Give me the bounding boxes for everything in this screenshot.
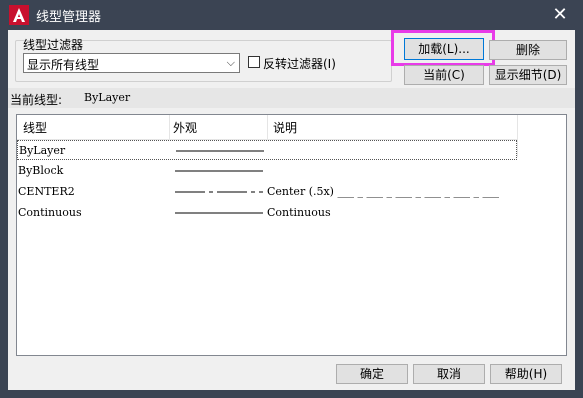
row-name: ByBlock [18, 164, 64, 177]
filter-group-label: 线型过滤器 [23, 38, 84, 52]
row-description: Continuous [267, 206, 331, 219]
row-name: ByLayer [19, 144, 66, 157]
row-name: CENTER2 [18, 185, 75, 198]
list-header: 线型 外观 说明 [17, 115, 517, 140]
linetype-manager-window: 线型管理器 ✕ 线型过滤器 显示所有线型 ⌵ 反转过滤器(I) 加载(L)...… [0, 0, 583, 398]
linetype-preview [175, 191, 263, 193]
invert-filter-label: 反转过滤器(I) [263, 57, 336, 71]
row-description: Center (.5x) ___ _ ___ _ ___ _ ___ _ ___… [267, 185, 499, 198]
delete-button[interactable]: 删除 [489, 40, 567, 60]
current-button[interactable]: 当前(C) [404, 65, 484, 85]
list-row-continuous[interactable]: Continuous Continuous [17, 203, 517, 223]
filter-dropdown-value: 显示所有线型 [27, 58, 100, 72]
column-divider [267, 115, 268, 139]
invert-filter-checkbox[interactable] [248, 56, 260, 68]
ok-button[interactable]: 确定 [336, 364, 408, 384]
column-header-description[interactable]: 说明 [273, 119, 297, 136]
window-title: 线型管理器 [36, 10, 102, 25]
linetype-list[interactable]: 线型 外观 说明 ByLayer ByBlock CENTER2 Center … [16, 114, 567, 356]
row-name: Continuous [18, 206, 82, 219]
close-icon: ✕ [552, 4, 568, 25]
linetype-preview [176, 150, 264, 152]
list-row-center2[interactable]: CENTER2 Center (.5x) ___ _ ___ _ ___ _ _… [17, 182, 517, 202]
current-linetype-bar: 当前线型: ByLayer [8, 88, 575, 108]
linetype-preview [175, 212, 263, 214]
column-divider [169, 115, 170, 139]
column-header-appearance[interactable]: 外观 [173, 119, 197, 136]
load-button[interactable]: 加载(L)... [404, 38, 484, 60]
dialog-body: 线型过滤器 显示所有线型 ⌵ 反转过滤器(I) 加载(L)... 删除 当前(C… [8, 30, 575, 390]
current-linetype-label: 当前线型: [10, 93, 63, 107]
chevron-down-icon: ⌵ [226, 56, 235, 69]
list-row-byblock[interactable]: ByBlock [17, 161, 517, 181]
autocad-logo-icon [9, 5, 29, 25]
column-header-linetype[interactable]: 线型 [23, 119, 47, 136]
cancel-button[interactable]: 取消 [413, 364, 485, 384]
help-button[interactable]: 帮助(H) [490, 364, 562, 384]
filter-dropdown[interactable]: 显示所有线型 ⌵ [23, 53, 240, 73]
list-row-bylayer[interactable]: ByLayer [17, 140, 517, 160]
list-divider [517, 115, 518, 157]
linetype-preview [175, 170, 263, 172]
title-bar: 线型管理器 ✕ [0, 0, 583, 30]
current-linetype-value: ByLayer [84, 91, 131, 104]
close-button[interactable]: ✕ [549, 4, 571, 26]
show-details-button[interactable]: 显示细节(D) [489, 65, 567, 85]
